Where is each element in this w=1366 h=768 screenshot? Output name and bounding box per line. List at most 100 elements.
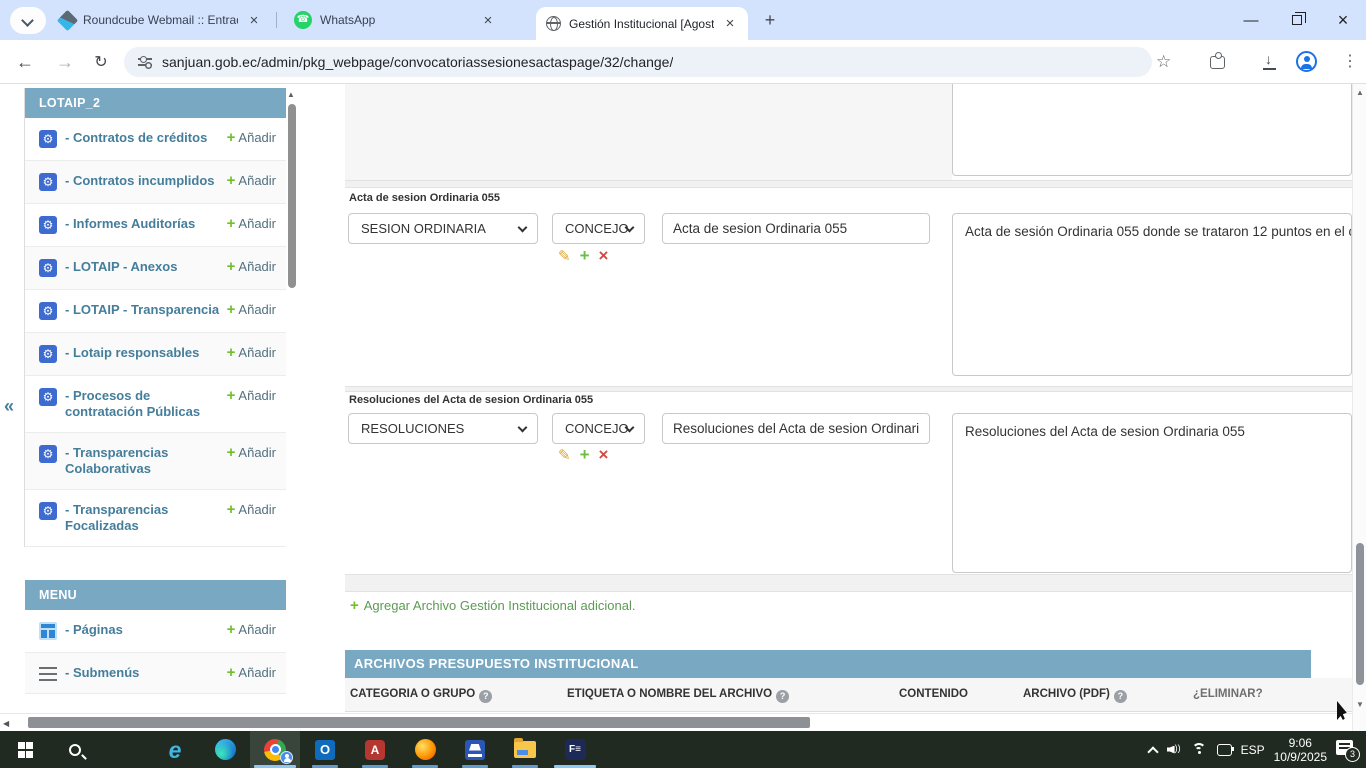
sidebar-item[interactable]: ⚙ - Lotaip responsables +Añadir [25, 333, 286, 376]
sidebar-item-label[interactable]: - Páginas [65, 622, 123, 638]
profile-icon[interactable] [1296, 51, 1317, 72]
sidebar-item-label[interactable]: - Transparencias Colaborativas [65, 445, 227, 477]
vertical-scrollbar-thumb[interactable] [1356, 543, 1364, 685]
clock[interactable]: 9:06 10/9/2025 [1274, 736, 1327, 764]
add-link[interactable]: +Añadir [227, 130, 276, 146]
add-link[interactable]: +Añadir [227, 622, 276, 638]
help-icon[interactable] [776, 690, 789, 703]
horizontal-scrollbar[interactable]: ◀ [0, 713, 1352, 731]
minimize-button[interactable]: — [1228, 0, 1274, 40]
horizontal-scrollbar-thumb[interactable] [28, 717, 810, 728]
session-type-select[interactable]: SESION ORDINARIA [348, 213, 538, 244]
restore-button[interactable] [1274, 0, 1320, 40]
connect-icon[interactable] [1217, 744, 1232, 756]
sidebar-item[interactable]: ⚙ - Transparencias Focalizadas +Añadir [25, 490, 286, 547]
tab-whatsapp[interactable]: ☎ WhatsApp × [284, 0, 506, 40]
search-button[interactable] [50, 731, 100, 768]
firefox-icon[interactable] [400, 731, 450, 768]
sidebar-item-label[interactable]: - Procesos de contratación Públicas [65, 388, 227, 420]
copilot-icon[interactable] [100, 731, 150, 768]
add-link[interactable]: +Añadir [227, 445, 276, 461]
browser-menu-icon[interactable]: ⋮ [1342, 51, 1358, 71]
downloads-icon[interactable] [1262, 53, 1278, 71]
sidebar-item-label[interactable]: - Contratos incumplidos [65, 173, 215, 189]
volume-icon[interactable] [1167, 743, 1183, 757]
internet-explorer-icon[interactable]: e [150, 731, 200, 768]
back-button[interactable]: ← [8, 40, 42, 84]
tab-search-button[interactable] [10, 7, 46, 34]
faststone-icon[interactable]: F≡ [550, 731, 600, 768]
add-link[interactable]: +Añadir [227, 216, 276, 232]
sidebar-scrollbar[interactable]: ▲ [286, 88, 298, 616]
address-bar[interactable]: sanjuan.gob.ec/admin/pkg_webpage/convoca… [124, 47, 1152, 77]
description-textarea[interactable]: Acta de sesión Ordinaria 055 donde se tr… [952, 213, 1352, 376]
add-link[interactable]: +Añadir [227, 388, 276, 404]
sidebar-item-submenus[interactable]: - Submenús +Añadir [25, 653, 286, 694]
session-type-select[interactable]: RESOLUCIONES [348, 413, 538, 444]
sidebar-item[interactable]: ⚙ - Procesos de contratación Públicas +A… [25, 376, 286, 433]
previous-description-textarea[interactable] [952, 84, 1352, 176]
help-icon[interactable] [1114, 690, 1127, 703]
add-icon[interactable]: + [580, 249, 590, 263]
sidebar-item-label[interactable]: - Lotaip responsables [65, 345, 199, 361]
sidebar-item[interactable]: ⚙ - LOTAIP - Transparencia +Añadir [25, 290, 286, 333]
add-link[interactable]: +Añadir [227, 502, 276, 518]
scroll-up-icon[interactable]: ▲ [1356, 88, 1364, 97]
add-link[interactable]: +Añadir [227, 345, 276, 361]
add-icon[interactable]: + [580, 448, 590, 462]
new-tab-button[interactable]: + [758, 9, 782, 33]
tab-close-icon[interactable]: × [722, 15, 738, 32]
tab-close-icon[interactable]: × [480, 12, 496, 29]
sidebar-item-label[interactable]: - Contratos de créditos [65, 130, 207, 146]
notification-center-icon[interactable]: 3 [1336, 740, 1358, 760]
add-archivo-link[interactable]: +Agregar Archivo Gestión Institucional a… [350, 597, 635, 614]
reload-button[interactable]: ↻ [84, 40, 118, 84]
chrome-icon[interactable] [250, 731, 300, 768]
forward-button[interactable]: → [48, 40, 82, 84]
sidebar-item[interactable]: ⚙ - Informes Auditorías +Añadir [25, 204, 286, 247]
edit-icon[interactable]: ✎ [558, 247, 571, 265]
sidebar-scrollbar-thumb[interactable] [288, 104, 296, 288]
description-textarea[interactable]: Resoluciones del Acta de sesion Ordinari… [952, 413, 1352, 573]
acrobat-icon[interactable]: A [350, 731, 400, 768]
language-indicator[interactable]: ESP [1241, 743, 1265, 757]
sidebar-item[interactable]: ⚙ - Contratos de créditos +Añadir [25, 118, 286, 161]
edge-icon[interactable] [200, 731, 250, 768]
sidebar-item-label[interactable]: - Informes Auditorías [65, 216, 195, 232]
vertical-scrollbar[interactable]: ▲ ▼ [1352, 84, 1366, 731]
name-input[interactable] [662, 213, 930, 244]
sidebar-item-label[interactable]: - Submenús [65, 665, 139, 681]
group-select[interactable]: CONCEJO [552, 413, 645, 444]
outlook-icon[interactable]: O [300, 731, 350, 768]
sidebar-collapse-arrow[interactable]: « [4, 396, 14, 417]
name-input[interactable] [662, 413, 930, 444]
add-link[interactable]: +Añadir [227, 302, 276, 318]
file-explorer-icon[interactable] [500, 731, 550, 768]
tab-gestion-institucional[interactable]: Gestión Institucional [Agosto-2 × [536, 7, 748, 40]
add-link[interactable]: +Añadir [227, 665, 276, 681]
tray-expand-icon[interactable] [1148, 745, 1158, 755]
wifi-icon[interactable] [1192, 743, 1208, 756]
sidebar-item-label[interactable]: - LOTAIP - Transparencia [65, 302, 219, 318]
tab-close-icon[interactable]: × [246, 12, 262, 29]
scroll-up-icon[interactable]: ▲ [287, 90, 295, 99]
extensions-icon[interactable] [1210, 56, 1225, 69]
sidebar-item-label[interactable]: - Transparencias Focalizadas [65, 502, 227, 534]
tab-roundcube[interactable]: Roundcube Webmail :: Entrada × [50, 0, 272, 40]
scroll-down-icon[interactable]: ▼ [1356, 700, 1364, 709]
start-button[interactable] [0, 731, 50, 768]
scroll-left-icon[interactable]: ◀ [3, 719, 9, 728]
group-select[interactable]: CONCEJO [552, 213, 645, 244]
sidebar-item[interactable]: ⚙ - Contratos incumplidos +Añadir [25, 161, 286, 204]
bookmark-star-icon[interactable]: ☆ [1156, 52, 1171, 72]
close-button[interactable]: × [1320, 0, 1366, 40]
help-icon[interactable] [479, 690, 492, 703]
sidebar-item[interactable]: ⚙ - LOTAIP - Anexos +Añadir [25, 247, 286, 290]
delete-icon[interactable]: × [599, 448, 609, 462]
sidebar-item[interactable]: ⚙ - Transparencias Colaborativas +Añadir [25, 433, 286, 490]
site-settings-icon[interactable] [138, 55, 152, 69]
add-link[interactable]: +Añadir [227, 173, 276, 189]
add-link[interactable]: +Añadir [227, 259, 276, 275]
edit-icon[interactable]: ✎ [558, 446, 571, 464]
scanner-app-icon[interactable] [450, 731, 500, 768]
